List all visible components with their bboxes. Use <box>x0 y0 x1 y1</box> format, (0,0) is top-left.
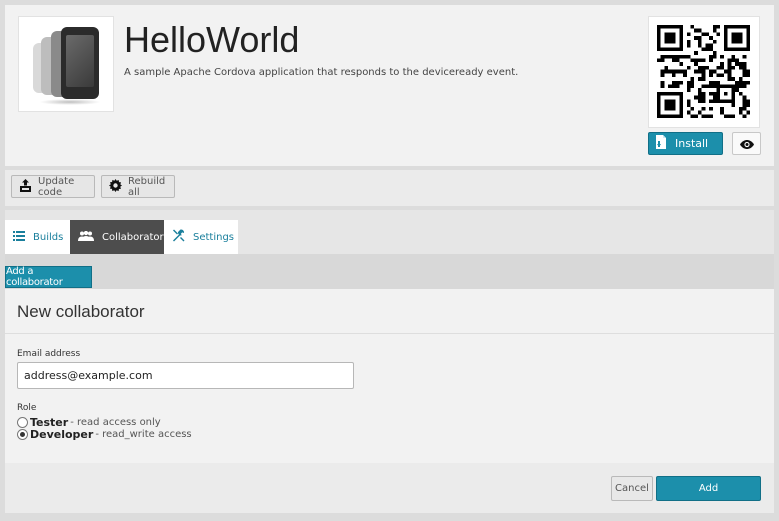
add-button[interactable]: Add <box>656 476 761 501</box>
rebuild-all-button[interactable]: Rebuild all <box>101 175 175 198</box>
rebuild-all-label: Rebuild all <box>128 175 166 198</box>
upload-icon <box>19 178 32 195</box>
qr-code <box>648 16 760 128</box>
collaborators-actions: Add a collaborator <box>5 254 774 289</box>
form-footer: Cancel Add <box>5 463 774 513</box>
app-title: HelloWorld <box>124 19 300 60</box>
tab-settings[interactable]: Settings <box>164 220 238 254</box>
gear-icon <box>109 178 122 195</box>
people-icon <box>78 230 94 244</box>
developer-radio[interactable] <box>17 429 28 440</box>
role-name: Developer <box>30 428 94 441</box>
add-collaborator-button[interactable]: Add a collaborator <box>5 266 92 288</box>
tab-builds-label: Builds <box>33 231 64 243</box>
app-description: A sample Apache Cordova application that… <box>124 67 519 78</box>
tab-settings-label: Settings <box>193 231 235 243</box>
tab-collaborators-label: Collaborators <box>102 231 169 243</box>
form-title: New collaborator <box>17 302 145 321</box>
install-label: Install <box>675 137 709 150</box>
app-icon <box>18 16 114 112</box>
eye-icon <box>739 134 754 153</box>
role-description: - read access only <box>70 417 161 428</box>
tab-builds[interactable]: Builds <box>5 220 70 254</box>
action-toolbar: Update code Rebuild all <box>5 170 774 206</box>
install-icon <box>655 135 667 152</box>
cancel-button[interactable]: Cancel <box>611 476 653 501</box>
tester-radio[interactable] <box>17 417 28 428</box>
update-code-button[interactable]: Update code <box>11 175 95 198</box>
list-icon <box>13 230 25 244</box>
role-label: Role <box>17 403 37 413</box>
tools-icon <box>172 229 185 245</box>
new-collaborator-form: New collaborator Email address Role Test… <box>5 289 774 463</box>
role-description: - read_write access <box>95 429 192 440</box>
tab-collaborators[interactable]: Collaborators <box>70 220 169 261</box>
install-button[interactable]: Install <box>648 132 723 155</box>
update-code-label: Update code <box>38 175 75 198</box>
role-option-developer[interactable]: Developer - read_write access <box>17 428 192 441</box>
preview-button[interactable] <box>732 132 761 155</box>
tab-bar: Builds Collaborators Settings <box>5 210 774 261</box>
app-header: HelloWorld A sample Apache Cordova appli… <box>5 5 774 166</box>
email-label: Email address <box>17 349 81 359</box>
divider <box>5 333 774 334</box>
email-field[interactable] <box>17 362 354 389</box>
